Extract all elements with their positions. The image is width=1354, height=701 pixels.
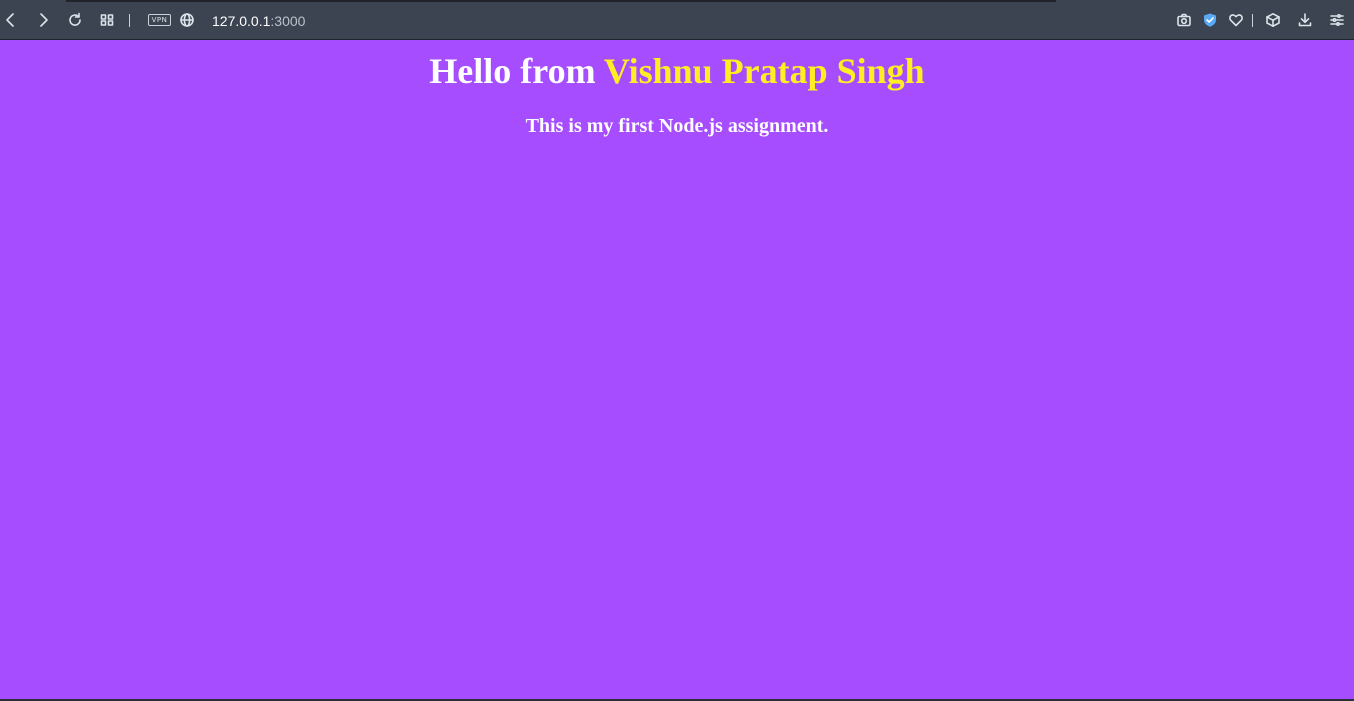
tabs-grid-button[interactable] [97,10,117,30]
reload-icon [69,12,81,26]
toolbar-separator [1252,14,1253,27]
shield-icon [1204,13,1216,27]
heading-prefix: Hello from [429,51,604,91]
camera-icon [1177,13,1191,27]
page-heading: Hello from Vishnu Pratap Singh [0,51,1354,91]
bookmark-button[interactable] [1226,10,1246,30]
download-icon [1298,13,1312,27]
page-content: Hello from Vishnu Pratap Singh This is m… [0,41,1354,701]
reload-button[interactable] [65,10,85,30]
vpn-icon[interactable]: VPN [148,14,171,26]
forward-icon [40,13,48,27]
tabs-grid-icon [100,14,114,26]
heart-icon [1229,14,1243,27]
ad-blocker-button[interactable] [1200,10,1220,30]
address-bar[interactable]: 127.0.0.1:3000 [212,12,305,30]
browser-toolbar: VPN 127.0.0.1:3000 [0,0,1354,40]
snapshot-button[interactable] [1174,10,1194,30]
box-icon [1266,13,1280,27]
address-port: :3000 [270,13,306,29]
toolbar-separator [129,14,130,27]
back-button[interactable] [1,10,21,30]
menu-icon [1330,13,1344,27]
forward-button[interactable] [33,10,53,30]
loading-bar [66,0,1056,2]
address-host: 127.0.0.1 [212,13,271,29]
downloads-button[interactable] [1295,10,1315,30]
heading-name: Vishnu Pratap Singh [603,51,925,91]
settings-button[interactable] [1327,10,1347,30]
extensions-button[interactable] [1263,10,1283,30]
globe-icon [180,13,194,27]
back-icon [6,13,14,27]
page-subheading: This is my first Node.js assignment. [525,115,829,137]
site-info-button[interactable] [177,10,197,30]
